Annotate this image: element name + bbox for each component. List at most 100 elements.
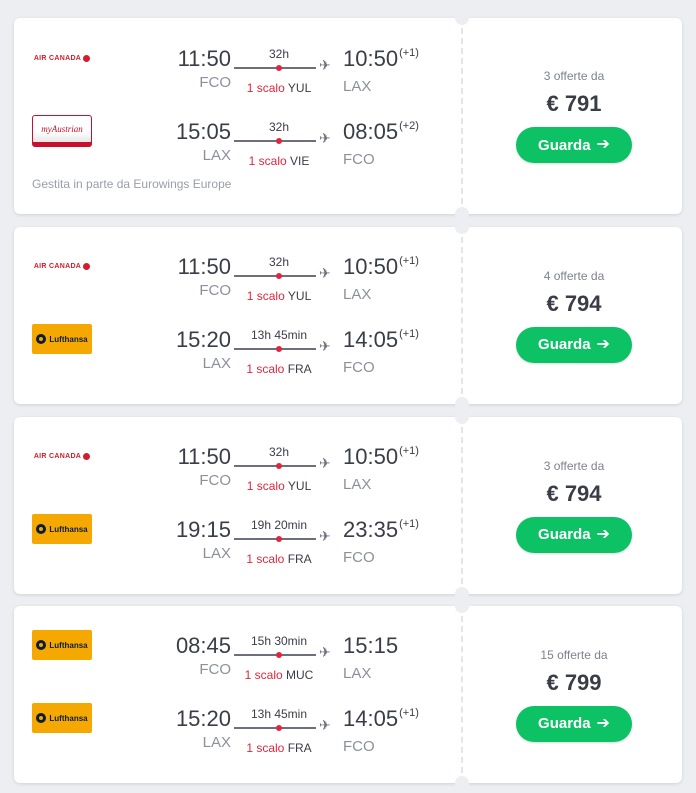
price-panel: 3 offerte da € 794 Guarda ➔ — [466, 417, 682, 594]
plane-icon: ✈ — [319, 644, 331, 660]
stop-count: 1 scalo — [246, 81, 285, 95]
stops-info: 1 scalo FRA — [224, 362, 334, 376]
arrival: 10:50(+1) LAX — [343, 254, 419, 303]
departure-time: 19:15 — [175, 517, 231, 542]
offers-count: 15 offerte da — [540, 647, 608, 662]
departure-airport: LAX — [202, 355, 231, 372]
crane-icon — [36, 334, 47, 344]
price-panel: 15 offerte da € 799 Guarda ➔ — [466, 606, 682, 783]
stop-count: 1 scalo — [246, 289, 285, 303]
guarda-button[interactable]: Guarda ➔ — [516, 127, 632, 163]
stop-dot-icon — [276, 65, 282, 71]
arrival: 10:50(+1) LAX — [343, 444, 419, 493]
arrival-time: 14:05 — [343, 327, 399, 352]
departure: 15:20 LAX — [176, 706, 231, 751]
airline-logo: AIR CANADA — [32, 251, 92, 281]
route-info: 19h 20min ✈ 1 scalo FRA — [234, 517, 334, 573]
dashed-divider — [461, 28, 463, 204]
departure-airport: FCO — [199, 74, 231, 91]
route-info: 32h ✈ 1 scalo YUL — [234, 254, 334, 310]
flight-duration: 32h — [268, 120, 290, 134]
route-line — [234, 727, 316, 729]
departure: 11:50 FCO — [178, 444, 231, 489]
stop-count: 1 scalo — [244, 668, 283, 682]
aircanada-logo: AIR CANADA — [34, 452, 91, 460]
departure: 11:50 FCO — [178, 254, 231, 299]
offers-count: 3 offerte da — [543, 69, 605, 83]
arrival-airport: FCO — [343, 738, 375, 755]
route-info: 15h 30min ✈ 1 scalo MUC — [234, 633, 334, 689]
departure: 15:05 LAX — [176, 119, 231, 164]
guarda-button[interactable]: Guarda ➔ — [516, 516, 632, 553]
flight-leg: Lufthansa 19:15 LAX 19h 20min ✈ 1 scalo FRA 23… — [14, 514, 463, 577]
arrival-time: 08:05 — [343, 119, 399, 144]
airline-logo: AIR CANADA — [32, 43, 92, 73]
itinerary: AIR CANADA 11:50 FCO 32h ✈ 1 scalo YUL 10:50(+… — [14, 417, 463, 594]
route-line — [234, 465, 316, 467]
plane-icon: ✈ — [319, 57, 331, 73]
guarda-button-label: Guarda — [538, 336, 591, 353]
arrival-time-row: 10:50(+1) — [343, 444, 419, 474]
departure: 15:20 LAX — [176, 327, 231, 372]
flight-card[interactable]: AIR CANADA 11:50 FCO 32h ✈ 1 scalo YUL 10:50(+… — [14, 410, 682, 601]
departure-time: 11:50 — [177, 46, 231, 71]
arrival-time-row: 08:05(+2) — [343, 119, 419, 149]
route-line — [234, 538, 316, 540]
departure-time: 11:50 — [177, 444, 231, 469]
airline-logo: AIR CANADA — [32, 441, 92, 471]
arrival-time-row: 23:35(+1) — [343, 517, 419, 547]
arrival: 10:50(+1) LAX — [343, 46, 419, 95]
stop-airport: FRA — [287, 552, 312, 566]
arrival-airport: FCO — [343, 549, 375, 566]
route-line — [234, 275, 316, 277]
price-value: € 799 — [546, 669, 602, 695]
stop-count: 1 scalo — [246, 741, 285, 755]
day-offset: (+1) — [399, 47, 419, 59]
itinerary: AIR CANADA 11:50 FCO 32h ✈ 1 scalo YUL 10:50(+… — [14, 18, 463, 214]
route-info: 32h ✈ 1 scalo VIE — [234, 119, 334, 175]
operated-by-note: Gestita in parte da Eurowings Europe — [32, 177, 232, 191]
departure-airport: LAX — [202, 545, 231, 562]
price-value: € 794 — [546, 480, 602, 506]
flight-leg: myAustrian 15:05 LAX 32h ✈ 1 scalo VIE 08:05(+… — [14, 115, 463, 179]
arrival-airport: LAX — [343, 286, 372, 303]
arrival-airport: LAX — [343, 476, 372, 493]
crane-icon — [36, 640, 47, 650]
logo-text: Lufthansa — [49, 334, 88, 344]
airline-logo: Lufthansa — [32, 324, 92, 354]
logo-text: Lufthansa — [49, 640, 88, 650]
flight-card[interactable]: AIR CANADA 11:50 FCO 32h ✈ 1 scalo YUL 10:50(+… — [14, 220, 682, 411]
arrival: 23:35(+1) FCO — [343, 517, 419, 566]
flight-leg: Lufthansa 15:20 LAX 13h 45min ✈ 1 scalo FRA 14… — [14, 324, 463, 387]
maple-leaf-icon — [83, 452, 91, 460]
airline-logo: Lufthansa — [32, 630, 92, 660]
arrival-time-row: 10:50(+1) — [343, 254, 419, 284]
route-info: 32h ✈ 1 scalo YUL — [234, 46, 334, 102]
guarda-button[interactable]: Guarda ➔ — [516, 326, 632, 363]
departure-airport: LAX — [202, 734, 231, 751]
arrival-airport: FCO — [343, 151, 375, 168]
dashed-divider — [461, 427, 463, 584]
lufthansa-logo: Lufthansa — [32, 514, 92, 544]
departure-time: 15:20 — [175, 327, 231, 352]
departure: 19:15 LAX — [176, 517, 231, 562]
flight-card[interactable]: AIR CANADA 11:50 FCO 32h ✈ 1 scalo YUL 10:50(+… — [14, 11, 682, 221]
route-info: 13h 45min ✈ 1 scalo FRA — [234, 706, 334, 762]
lufthansa-logo: Lufthansa — [32, 630, 92, 660]
arrival-time: 23:35 — [343, 517, 399, 542]
flight-card[interactable]: Lufthansa 08:45 FCO 15h 30min ✈ 1 scalo MUC 15… — [14, 599, 682, 790]
day-offset: (+1) — [399, 255, 419, 267]
flight-duration: 32h — [268, 445, 290, 459]
stop-dot-icon — [276, 463, 282, 469]
lufthansa-logo: Lufthansa — [32, 703, 92, 733]
stop-airport: YUL — [287, 289, 312, 303]
plane-icon: ✈ — [319, 265, 331, 281]
arrival: 08:05(+2) FCO — [343, 119, 419, 168]
offers-count: 4 offerte da — [543, 268, 605, 283]
stop-airport: FRA — [287, 362, 312, 376]
guarda-button[interactable]: Guarda ➔ — [516, 705, 632, 742]
departure-time: 15:20 — [175, 706, 231, 731]
stop-dot-icon — [276, 138, 282, 144]
dashed-divider — [461, 616, 463, 773]
arrival-time-row: 14:05(+1) — [343, 327, 419, 357]
